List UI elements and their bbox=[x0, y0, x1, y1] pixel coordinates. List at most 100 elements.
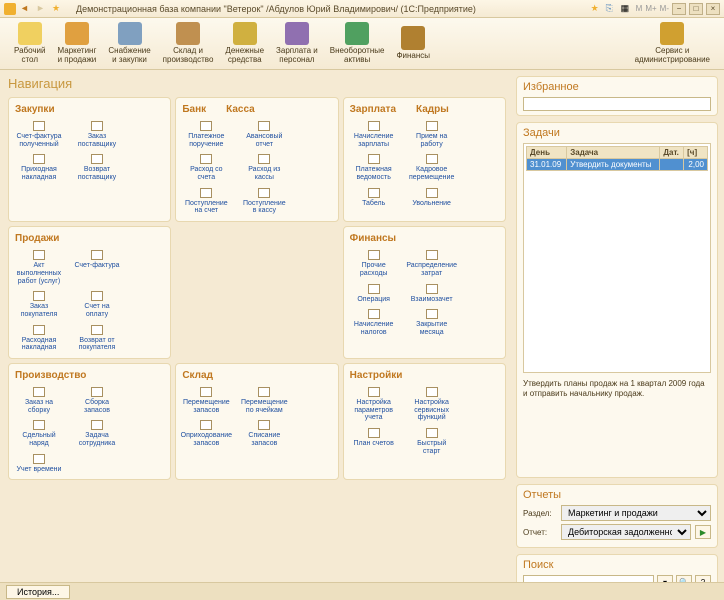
nav-node[interactable]: Оприходование запасов bbox=[182, 420, 230, 447]
node-label: Расход со счета bbox=[182, 166, 230, 181]
nav-node[interactable]: Счет-фактура bbox=[73, 250, 121, 285]
nav-node[interactable]: Задача сотрудника bbox=[73, 420, 121, 447]
forward-icon[interactable]: ► bbox=[36, 3, 48, 15]
nav-node[interactable]: Начисление зарплаты bbox=[350, 121, 398, 148]
nav-node[interactable]: Быстрый старт bbox=[408, 428, 456, 455]
toolbar-item-3[interactable]: Склад ипроизводство bbox=[157, 20, 220, 67]
card-title-text: Касса bbox=[226, 104, 255, 115]
node-icon bbox=[258, 188, 270, 198]
toolbar-item-7[interactable]: Финансы bbox=[390, 20, 436, 67]
nav-node[interactable]: План счетов bbox=[350, 428, 398, 455]
nav-node[interactable]: Поступление в кассу bbox=[240, 188, 288, 215]
nav-node[interactable]: Табель bbox=[350, 188, 398, 208]
nav-node[interactable]: Платежная ведомость bbox=[350, 154, 398, 181]
node-label: Расход из кассы bbox=[240, 166, 288, 181]
nav-node[interactable]: Заказ поставщику bbox=[73, 121, 121, 148]
node-label: Счет на оплату bbox=[73, 303, 121, 318]
node-icon bbox=[258, 420, 270, 430]
nav-node[interactable]: Учет времени bbox=[15, 454, 63, 474]
nav-node[interactable]: Поступление на счет bbox=[182, 188, 230, 215]
tasks-table[interactable]: ДеньЗадачаДат.[ч] 31.01.09Утвердить доку… bbox=[526, 146, 708, 171]
toolbar-item-8[interactable]: Сервис иадминистрирование bbox=[629, 20, 716, 67]
toolbar-item-4[interactable]: Денежныесредства bbox=[219, 20, 270, 67]
node-icon bbox=[91, 291, 103, 301]
toolbar-label: Денежныесредства bbox=[225, 47, 264, 65]
nav-node[interactable]: Расход из кассы bbox=[240, 154, 288, 181]
task-header[interactable]: [ч] bbox=[684, 147, 708, 159]
task-row[interactable]: 31.01.09Утвердить документы2,00 bbox=[527, 159, 708, 171]
toolbar-item-5[interactable]: Зарплата иперсонал bbox=[270, 20, 324, 67]
section-select[interactable]: Маркетинг и продажи bbox=[561, 505, 711, 521]
star-icon[interactable]: ★ bbox=[591, 3, 603, 15]
node-label: Закрытие месяца bbox=[408, 321, 456, 336]
task-header[interactable]: Дат. bbox=[660, 147, 684, 159]
m-minus-label[interactable]: M- bbox=[660, 4, 669, 13]
nav-node[interactable]: Приходная накладная bbox=[15, 154, 63, 181]
window-title: Демонстрационная база компании "Ветерок"… bbox=[76, 4, 476, 14]
nav-node[interactable]: Счет-фактура полученный bbox=[15, 121, 63, 148]
toolbar-item-6[interactable]: Внеоборотныеактивы bbox=[324, 20, 391, 67]
node-label: Приходная накладная bbox=[15, 166, 63, 181]
nav-node[interactable]: Расход со счета bbox=[182, 154, 230, 181]
link-icon[interactable]: ⎘ bbox=[606, 3, 618, 15]
nav-node[interactable]: Операция bbox=[350, 284, 398, 304]
report-select[interactable]: Дебиторская задолженность по срокам bbox=[561, 524, 691, 540]
nav-node[interactable]: Взаимозачет bbox=[408, 284, 456, 304]
nav-node[interactable]: Возврат поставщику bbox=[73, 154, 121, 181]
nav-node[interactable]: Кадровое перемещение bbox=[408, 154, 456, 181]
run-report-button[interactable]: ▶ bbox=[695, 525, 711, 539]
m-label[interactable]: M bbox=[636, 4, 643, 13]
m-plus-label[interactable]: M+ bbox=[645, 4, 656, 13]
toolbar-item-1[interactable]: Маркетинги продажи bbox=[51, 20, 102, 67]
toolbar-label: Снабжениеи закупки bbox=[108, 47, 150, 65]
task-header[interactable]: Задача bbox=[567, 147, 660, 159]
node-label: Прочие расходы bbox=[350, 262, 398, 277]
nav-card: ЗакупкиСчет-фактура полученныйЗаказ пост… bbox=[8, 97, 171, 222]
toolbar-icon bbox=[660, 22, 684, 45]
nav-node[interactable]: Перемещение по ячейкам bbox=[240, 387, 288, 414]
nav-node[interactable]: Начисление налогов bbox=[350, 309, 398, 336]
node-icon bbox=[368, 154, 380, 164]
nav-node[interactable]: Заказ покупателя bbox=[15, 291, 63, 318]
node-label: Настройка параметров учета bbox=[350, 399, 398, 422]
favorites-input[interactable] bbox=[523, 97, 711, 111]
nav-node[interactable]: Распределение затрат bbox=[408, 250, 456, 277]
nav-node[interactable]: Возврат от покупателя bbox=[73, 325, 121, 352]
card-title-text: Настройки bbox=[350, 370, 403, 381]
report-label: Отчет: bbox=[523, 528, 557, 537]
node-icon bbox=[91, 325, 103, 335]
nav-node[interactable]: Настройка параметров учета bbox=[350, 387, 398, 422]
back-icon[interactable]: ◄ bbox=[20, 3, 32, 15]
toolbar-item-0[interactable]: Рабочийстол bbox=[8, 20, 51, 67]
calc-icon[interactable]: ▦ bbox=[621, 3, 633, 15]
nav-node[interactable]: Акт выполненных работ (услуг) bbox=[15, 250, 63, 285]
card-title-text: Кадры bbox=[416, 104, 449, 115]
history-button[interactable]: История... bbox=[6, 585, 70, 599]
nav-node[interactable]: Увольнение bbox=[408, 188, 456, 208]
task-header[interactable]: День bbox=[527, 147, 567, 159]
nav-node[interactable]: Авансовый отчет bbox=[240, 121, 288, 148]
favorite-icon[interactable]: ★ bbox=[52, 3, 64, 15]
nav-node[interactable]: Настройка сервисных функций bbox=[408, 387, 456, 422]
nav-node[interactable]: Перемещение запасов bbox=[182, 387, 230, 414]
nav-node[interactable]: Закрытие месяца bbox=[408, 309, 456, 336]
nav-node[interactable]: Платежное поручение bbox=[182, 121, 230, 148]
nav-node[interactable]: Расходная накладная bbox=[15, 325, 63, 352]
node-icon bbox=[368, 428, 380, 438]
maximize-button[interactable]: □ bbox=[689, 3, 703, 15]
node-icon bbox=[426, 154, 438, 164]
minimize-button[interactable]: − bbox=[672, 3, 686, 15]
nav-card: Настройки Настройка параметров учета Настр… bbox=[343, 363, 506, 480]
node-label: Акт выполненных работ (услуг) bbox=[15, 262, 63, 285]
toolbar-item-2[interactable]: Снабжениеи закупки bbox=[102, 20, 156, 67]
nav-node[interactable]: Счет на оплату bbox=[73, 291, 121, 318]
node-icon bbox=[368, 250, 380, 260]
close-button[interactable]: × bbox=[706, 3, 720, 15]
nav-node[interactable]: Прочие расходы bbox=[350, 250, 398, 277]
nav-node[interactable]: Сдельный наряд bbox=[15, 420, 63, 447]
nav-node[interactable]: Сборка запасов bbox=[73, 387, 121, 414]
nav-node[interactable]: Списание запасов bbox=[240, 420, 288, 447]
titlebar: ◄ ► ★ Демонстрационная база компании "Ве… bbox=[0, 0, 724, 18]
nav-node[interactable]: Заказ на сборку bbox=[15, 387, 63, 414]
nav-node[interactable]: Прием на работу bbox=[408, 121, 456, 148]
